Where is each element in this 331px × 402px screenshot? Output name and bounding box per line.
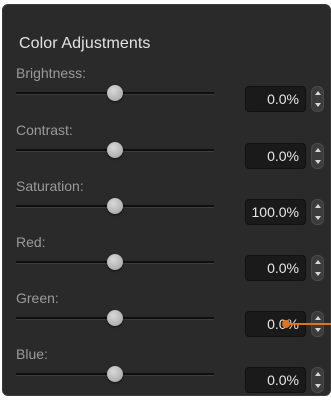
blue-slider[interactable] [16, 364, 214, 384]
green-label: Green: [16, 290, 59, 306]
red-slider[interactable] [16, 252, 214, 272]
callout-line [288, 323, 331, 325]
contrast-stepper[interactable] [311, 143, 324, 169]
red-stepper[interactable] [311, 255, 324, 281]
contrast-value-field[interactable]: 0.0% [245, 143, 306, 169]
saturation-stepper[interactable] [311, 199, 324, 225]
chevron-down-icon[interactable] [312, 156, 323, 168]
contrast-label: Contrast: [16, 122, 73, 138]
chevron-down-icon[interactable] [312, 380, 323, 392]
contrast-slider[interactable] [16, 140, 214, 160]
panel-title: Color Adjustments [19, 35, 151, 52]
slider-thumb[interactable] [107, 85, 123, 101]
blue-value-field[interactable]: 0.0% [245, 367, 306, 393]
slider-thumb[interactable] [107, 142, 123, 158]
red-label: Red: [16, 234, 46, 250]
callout-dot [282, 320, 290, 328]
slider-thumb[interactable] [107, 310, 123, 326]
brightness-value-field[interactable]: 0.0% [245, 86, 306, 112]
brightness-label: Brightness: [16, 65, 87, 81]
chevron-up-icon[interactable] [312, 200, 323, 212]
chevron-up-icon[interactable] [312, 368, 323, 380]
slider-thumb[interactable] [107, 198, 123, 214]
saturation-slider[interactable] [16, 196, 214, 216]
chevron-down-icon[interactable] [312, 268, 323, 280]
slider-thumb[interactable] [107, 254, 123, 270]
blue-stepper[interactable] [311, 367, 324, 393]
saturation-value-field[interactable]: 100.0% [245, 199, 306, 225]
saturation-control: Saturation: 100.0% [0, 178, 331, 234]
chevron-up-icon[interactable] [312, 144, 323, 156]
contrast-control: Contrast: 0.0% [0, 122, 331, 178]
green-slider[interactable] [16, 308, 214, 328]
slider-thumb[interactable] [107, 366, 123, 382]
brightness-stepper[interactable] [311, 86, 324, 112]
blue-control: Blue: 0.0% [0, 346, 331, 402]
chevron-up-icon[interactable] [312, 87, 323, 99]
chevron-down-icon[interactable] [312, 99, 323, 111]
chevron-down-icon[interactable] [312, 212, 323, 224]
chevron-up-icon[interactable] [312, 256, 323, 268]
annotation-callout [282, 318, 331, 330]
blue-label: Blue: [16, 346, 48, 362]
red-control: Red: 0.0% [0, 234, 331, 290]
brightness-slider[interactable] [16, 83, 214, 103]
red-value-field[interactable]: 0.0% [245, 255, 306, 281]
saturation-label: Saturation: [16, 178, 84, 194]
brightness-control: Brightness: 0.0% [0, 65, 331, 121]
